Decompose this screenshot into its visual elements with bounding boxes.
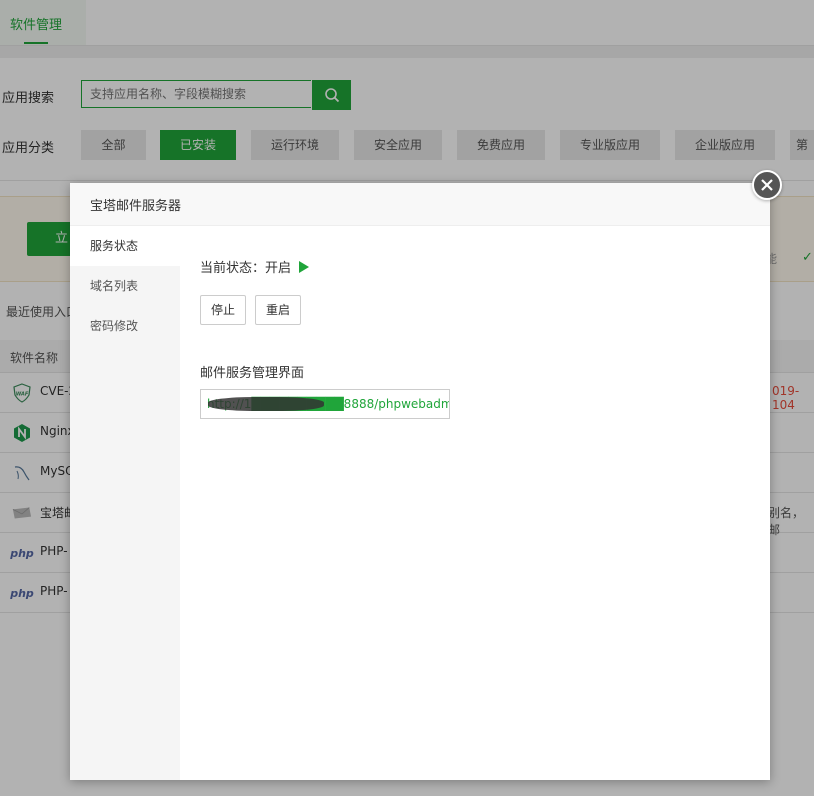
play-icon (299, 260, 310, 273)
dialog-sidebar: 服务状态 域名列表 密码修改 (70, 226, 180, 780)
dialog-header: 宝塔邮件服务器 (70, 183, 770, 226)
stop-button[interactable]: 停止 (200, 295, 247, 325)
sidebar-item-password-change[interactable]: 密码修改 (70, 306, 180, 346)
dialog-title: 宝塔邮件服务器 (90, 199, 182, 214)
status-text: 当前状态：开启 (200, 261, 292, 276)
sidebar-item-service-status[interactable]: 服务状态 (70, 226, 180, 266)
dialog-content: 当前状态：开启 停止 重启 邮件服务管理界面 http://1█████████… (180, 226, 770, 780)
mail-server-dialog: 宝塔邮件服务器 服务状态 域名列表 密码修改 当前状态：开启 停止 重启 邮件服… (70, 183, 770, 780)
sidebar-item-domain-list[interactable]: 域名列表 (70, 266, 180, 306)
close-button[interactable] (752, 170, 782, 200)
redaction-mark (208, 397, 324, 411)
restart-button[interactable]: 重启 (255, 295, 302, 325)
section-title: 邮件服务管理界面 (200, 366, 305, 381)
close-icon (761, 179, 773, 191)
service-status: 当前状态：开启 (200, 257, 310, 276)
